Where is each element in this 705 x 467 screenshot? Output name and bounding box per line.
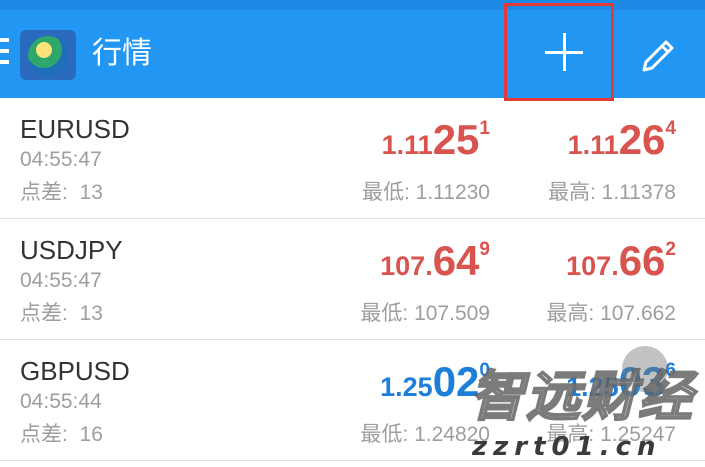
top-toolbar: 行情 xyxy=(0,0,705,101)
symbol-name: USDJPY xyxy=(20,235,123,265)
add-symbol-button[interactable] xyxy=(504,3,614,101)
quote-row-eurusd[interactable]: EURUSD 04:55:47 点差: 13 1.11251 1.11264 最… xyxy=(0,98,705,219)
spread: 点差: 16 xyxy=(20,423,103,446)
quote-time: 04:55:47 xyxy=(20,269,102,292)
bid-price: 1.11251 xyxy=(381,116,490,163)
low-price: 最低: 107.509 xyxy=(360,302,490,325)
pencil-icon xyxy=(642,40,674,72)
page-title: 行情 xyxy=(92,36,152,71)
quote-time: 04:55:47 xyxy=(20,148,102,171)
edit-button[interactable] xyxy=(634,34,682,78)
spread: 点差: 13 xyxy=(20,181,103,204)
symbol-name: EURUSD xyxy=(20,114,130,144)
watermark-url: zzrt01.cn xyxy=(472,432,662,462)
spread: 点差: 13 xyxy=(20,302,103,325)
ask-price: 1.11264 xyxy=(567,116,676,163)
app-logo-icon[interactable] xyxy=(20,30,76,80)
low-price: 最低: 1.11230 xyxy=(361,181,490,204)
bid-price: 107.649 xyxy=(380,237,490,284)
quote-row-usdjpy[interactable]: USDJPY 04:55:47 点差: 13 107.649 107.662 最… xyxy=(0,219,705,340)
symbol-name: GBPUSD xyxy=(20,356,130,386)
watermark-text: 智远财经 xyxy=(469,364,694,429)
quote-time: 04:55:44 xyxy=(20,390,102,413)
menu-icon[interactable] xyxy=(0,38,12,68)
ask-price: 107.662 xyxy=(566,237,676,284)
high-price: 最高: 1.11378 xyxy=(547,181,676,204)
high-price: 最高: 107.662 xyxy=(546,302,676,325)
